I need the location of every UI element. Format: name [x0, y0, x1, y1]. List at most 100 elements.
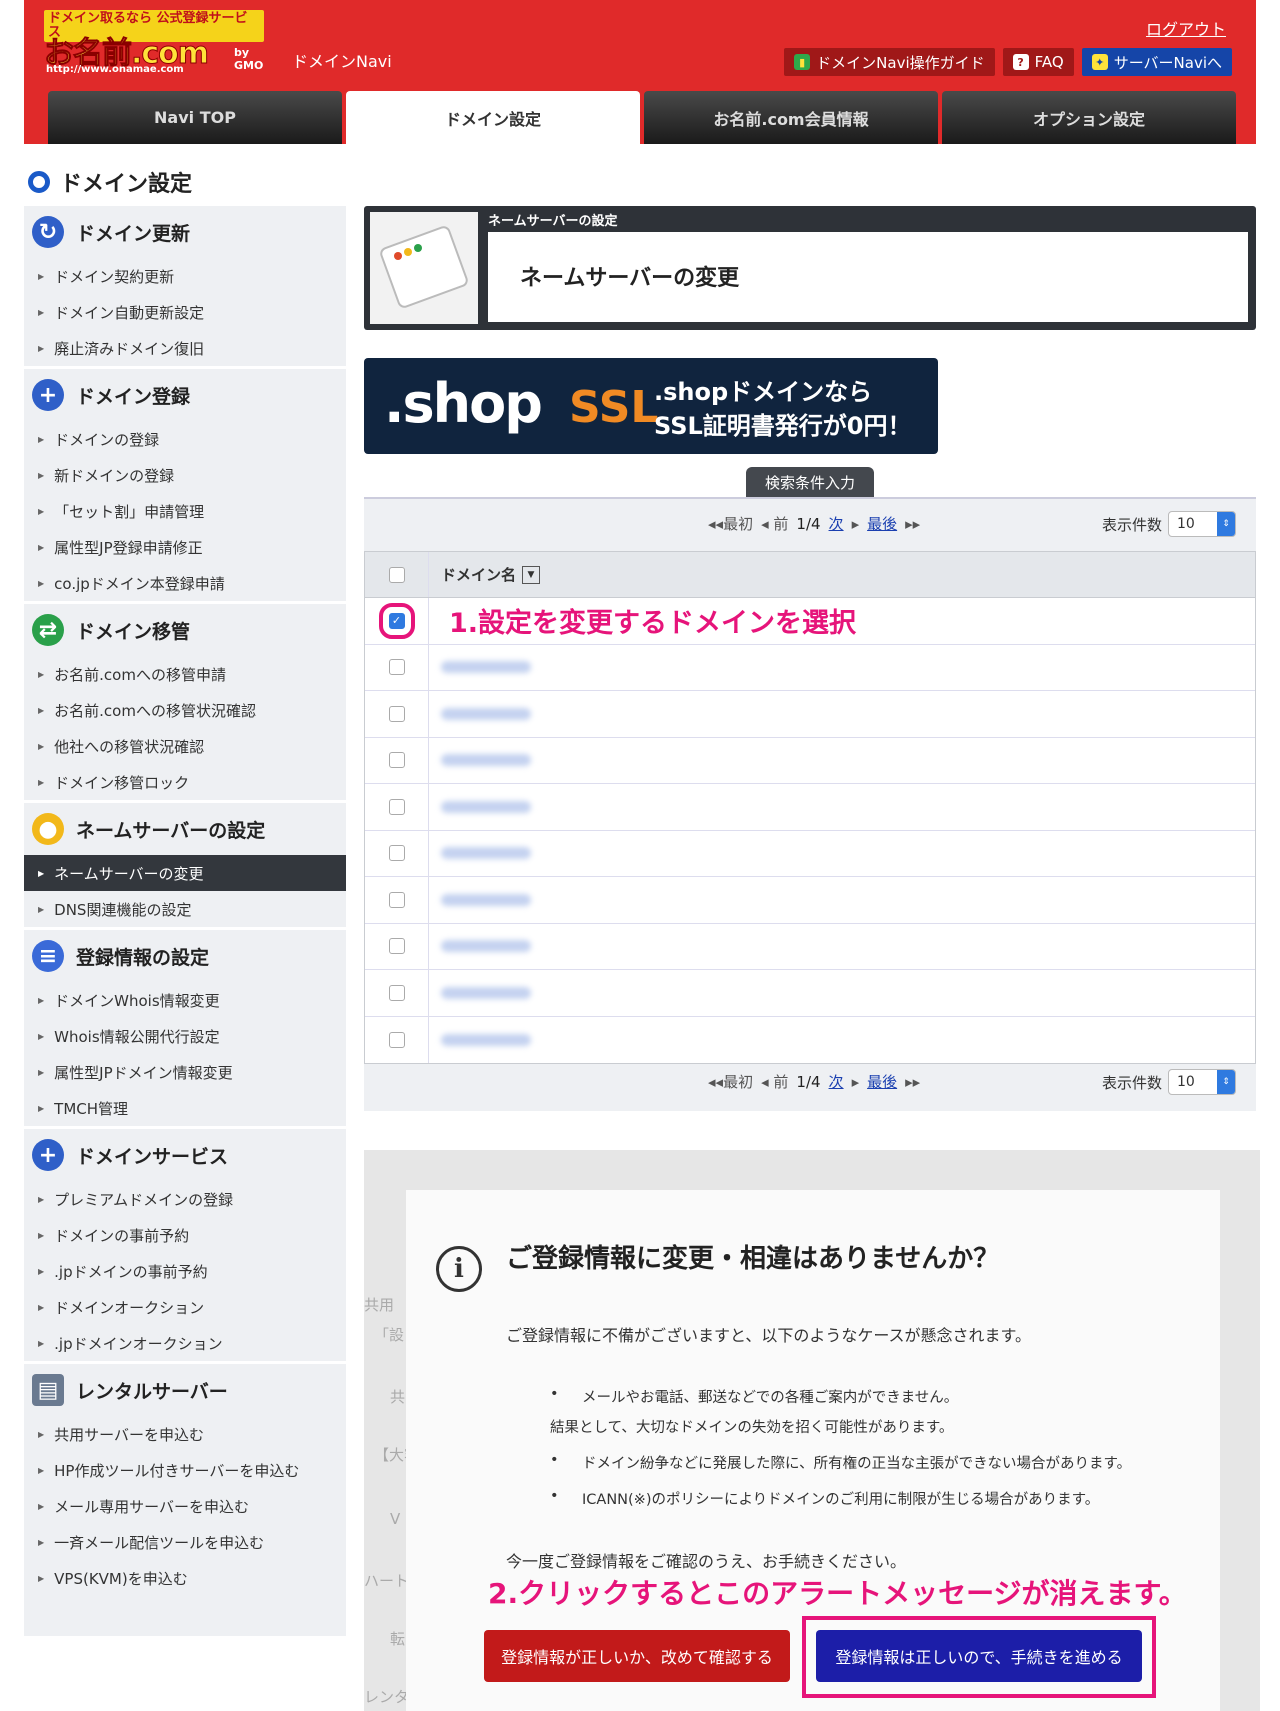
- sidebar-item[interactable]: ▶ Whois情報公開代行設定: [24, 1018, 346, 1054]
- server-navi-icon: ✦: [1091, 54, 1108, 70]
- pager-prev[interactable]: ◂ 前: [761, 1071, 788, 1092]
- sidebar-group-title: レンタルサーバー: [76, 1380, 228, 1403]
- sidebar-item[interactable]: ▶ 一斉メール配信ツールを申込む: [24, 1524, 346, 1560]
- tab-domain-settings[interactable]: ドメイン設定: [346, 91, 640, 144]
- ghost-text: 転: [390, 1630, 406, 1648]
- ghost-text: 「設: [374, 1326, 405, 1344]
- sidebar-item[interactable]: ▶ TMCH管理: [24, 1090, 346, 1126]
- pager-last[interactable]: 最後: [867, 513, 897, 534]
- blurred-domain[interactable]: [441, 986, 531, 999]
- shop-ssl-banner[interactable]: .shop SSL .shopドメインなら SSL証明書発行が0円！: [364, 358, 938, 454]
- sidebar-item-label: ドメインオークション: [54, 1298, 205, 1317]
- row-checkbox[interactable]: [388, 845, 405, 862]
- row-checkbox[interactable]: [388, 659, 405, 676]
- blurred-domain[interactable]: [441, 707, 531, 720]
- recheck-info-button[interactable]: 登録情報が正しいか、改めて確認する: [484, 1630, 790, 1682]
- sidebar-item-label: .jpドメインオークション: [54, 1334, 223, 1353]
- sidebar-item[interactable]: ▶ DNS関連機能の設定: [24, 891, 346, 927]
- sidebar-item[interactable]: ▶ 共用サーバーを申込む: [24, 1416, 346, 1452]
- pager-next[interactable]: 次: [829, 1071, 844, 1092]
- sidebar-item[interactable]: ▶ ドメイン移管ロック: [24, 764, 346, 800]
- sidebar-item[interactable]: ▶ ドメインの登録: [24, 421, 346, 457]
- document-icon: ≡: [32, 940, 64, 972]
- blurred-domain[interactable]: [441, 661, 531, 674]
- blurred-domain[interactable]: [441, 847, 531, 860]
- per-page-select[interactable]: 10 ⇕: [1168, 1069, 1236, 1095]
- sidebar-item-label: DNS関連機能の設定: [54, 900, 192, 919]
- sidebar-item[interactable]: ▶ プレミアムドメインの登録: [24, 1181, 346, 1217]
- domain-name-header: ドメイン名: [441, 566, 517, 584]
- row-checkbox[interactable]: [388, 705, 405, 722]
- guide-button[interactable]: ▮ ドメインNavi操作ガイド: [784, 48, 995, 76]
- sort-icon[interactable]: ▼: [522, 565, 541, 584]
- beginner-mark-icon: ▮: [794, 54, 811, 70]
- row-checkbox[interactable]: [388, 891, 405, 908]
- sidebar-item[interactable]: ▶ メール専用サーバーを申込む: [24, 1488, 346, 1524]
- blurred-domain[interactable]: [441, 754, 531, 767]
- pager-next[interactable]: 次: [829, 513, 844, 534]
- sidebar-item-label: ドメインの事前予約: [54, 1226, 190, 1245]
- sidebar-item[interactable]: ▶ HP作成ツール付きサーバーを申込む: [24, 1452, 346, 1488]
- sidebar-item[interactable]: ▶ 属性型JP登録申請修正: [24, 529, 346, 565]
- sidebar-item[interactable]: ▶ 「セット割」申請管理: [24, 493, 346, 529]
- per-page-select[interactable]: 10 ⇕: [1168, 511, 1236, 537]
- sidebar-item[interactable]: ▶ 廃止済みドメイン復旧: [24, 330, 346, 366]
- banner-shop: .shop: [384, 372, 543, 435]
- app-name: ドメインNavi: [292, 52, 392, 71]
- sidebar-item[interactable]: ▶ お名前.comへの移管状況確認: [24, 692, 346, 728]
- sidebar-item[interactable]: ▶ 属性型JPドメイン情報変更: [24, 1054, 346, 1090]
- server-navi-button[interactable]: ✦ サーバーNaviへ: [1081, 48, 1232, 76]
- sidebar-item[interactable]: ▶ .jpドメインの事前予約: [24, 1253, 346, 1289]
- sidebar-item[interactable]: ▶ ドメイン契約更新: [24, 258, 346, 294]
- pager-bottom: ◂◂最初 ◂ 前 1/4 次 ▸ 最後 ▸▸ 表示件数 10 ⇕: [364, 1057, 1256, 1109]
- proceed-button[interactable]: 登録情報は正しいので、手続きを進める: [816, 1630, 1142, 1682]
- sidebar-group-nameserver: ● ネームサーバーの設定 ▶ ネームサーバーの変更 ▶ DNS関連機能の設定: [24, 803, 346, 930]
- sidebar-item-label: 新ドメインの登録: [54, 466, 175, 485]
- row-checkbox[interactable]: [388, 798, 405, 815]
- logout-link[interactable]: ログアウト: [1146, 16, 1226, 40]
- select-all-checkbox[interactable]: [388, 566, 405, 583]
- tab-member-info[interactable]: お名前.com会員情報: [644, 91, 938, 144]
- sidebar-item-label: ドメインの登録: [54, 430, 160, 449]
- sidebar-item[interactable]: ▶ ドメインの事前予約: [24, 1217, 346, 1253]
- sidebar-item[interactable]: ▶ co.jpドメイン本登録申請: [24, 565, 346, 601]
- sidebar-group-services: + ドメインサービス ▶ プレミアムドメインの登録 ▶ ドメインの事前予約 ▶ .jpド…: [24, 1129, 346, 1364]
- row-checkbox[interactable]: [388, 938, 405, 955]
- search-conditions-tab[interactable]: 検索条件入力: [746, 467, 874, 497]
- sidebar-item[interactable]: ▶ ドメインWhois情報変更: [24, 982, 346, 1018]
- blurred-domain[interactable]: [441, 893, 531, 906]
- tab-option-settings[interactable]: オプション設定: [942, 91, 1236, 144]
- dialog-bullet: • メールやお電話、郵送などでの各種ご案内ができません。: [550, 1386, 959, 1406]
- plus-icon: +: [32, 1139, 64, 1171]
- pager-first[interactable]: ◂◂最初: [708, 1071, 753, 1092]
- sidebar-item-label: TMCH管理: [54, 1099, 129, 1118]
- banner-ssl: SSL: [569, 382, 659, 433]
- sidebar-item[interactable]: ▶ VPS(KVM)を申込む: [24, 1560, 346, 1596]
- tab-navi-top[interactable]: Navi TOP: [48, 91, 342, 144]
- pager-first[interactable]: ◂◂最初: [708, 513, 753, 534]
- sidebar-item[interactable]: ▶ 他社への移管状況確認: [24, 728, 346, 764]
- sidebar-item[interactable]: ▶ ドメインオークション: [24, 1289, 346, 1325]
- blurred-domain[interactable]: [441, 800, 531, 813]
- server-icon: ▤: [32, 1374, 64, 1406]
- sidebar-group-registrant-info: ≡ 登録情報の設定 ▶ ドメインWhois情報変更 ▶ Whois情報公開代行設定 ▶…: [24, 930, 346, 1129]
- sidebar-item[interactable]: ▶ ドメイン自動更新設定: [24, 294, 346, 330]
- row-checkbox[interactable]: [388, 752, 405, 769]
- row-checkbox-selected[interactable]: ✓: [378, 602, 415, 639]
- sidebar-item[interactable]: ▶ .jpドメインオークション: [24, 1325, 346, 1361]
- onamae-logo[interactable]: ドメイン取るなら 公式登録サービス お名前.com by GMO http://…: [43, 10, 264, 75]
- row-checkbox[interactable]: [388, 1031, 405, 1048]
- sidebar-item-nameserver-change[interactable]: ▶ ネームサーバーの変更: [24, 855, 346, 891]
- row-checkbox[interactable]: [388, 984, 405, 1001]
- blurred-domain[interactable]: [441, 940, 531, 953]
- blurred-domain[interactable]: [441, 1033, 531, 1046]
- sidebar-item-label: Whois情報公開代行設定: [54, 1027, 220, 1046]
- table-row: [365, 923, 1255, 970]
- pager-last[interactable]: 最後: [867, 1071, 897, 1092]
- sidebar-item[interactable]: ▶ 新ドメインの登録: [24, 457, 346, 493]
- sidebar-item[interactable]: ▶ お名前.comへの移管申請: [24, 656, 346, 692]
- question-icon: ?: [1012, 54, 1029, 70]
- pager-prev[interactable]: ◂ 前: [761, 513, 788, 534]
- nameserver-subtitle: ネームサーバーの設定: [488, 214, 618, 229]
- faq-button[interactable]: ? FAQ: [1002, 48, 1074, 76]
